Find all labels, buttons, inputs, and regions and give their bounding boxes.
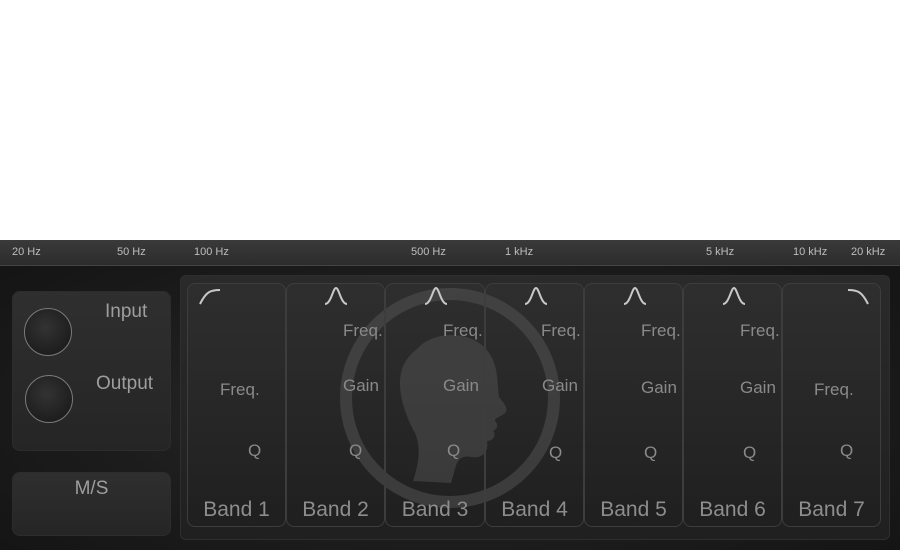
- band-1-q-label: Q: [248, 441, 262, 460]
- band-5-strip[interactable]: Freq. Gain Q Band 5: [584, 283, 683, 527]
- io-panel: Input Output: [12, 291, 171, 451]
- freq-label: 20 Hz: [12, 246, 41, 258]
- band-2-q-label: Q: [349, 441, 363, 460]
- band-4-freq-label: Freq.: [541, 321, 581, 340]
- band-2-name: Band 2: [302, 498, 369, 521]
- band-4-gain-label: Gain: [542, 376, 578, 395]
- freq-label: 5 kHz: [706, 246, 735, 258]
- band-2-strip[interactable]: Freq. Gain Q Band 2: [286, 283, 385, 527]
- band-3-freq-label: Freq.: [443, 321, 483, 340]
- freq-label: 1 kHz: [505, 246, 534, 258]
- input-knob[interactable]: [24, 308, 72, 356]
- band-6-gain-label: Gain: [740, 378, 776, 397]
- freq-label: 10 kHz: [793, 246, 828, 258]
- band-3-q-label: Q: [447, 441, 461, 460]
- bell-icon: [324, 286, 348, 305]
- output-knob[interactable]: [25, 375, 73, 423]
- bell-icon: [722, 286, 746, 305]
- band-3-gain-label: Gain: [443, 376, 479, 395]
- bell-icon: [524, 286, 548, 305]
- ms-label: M/S: [74, 478, 109, 499]
- band-4-q-label: Q: [549, 443, 563, 462]
- input-label: Input: [105, 301, 148, 322]
- band-4-strip[interactable]: Freq. Gain Q Band 4: [485, 283, 584, 527]
- lowpass-icon: [847, 289, 869, 305]
- band-6-q-label: Q: [743, 443, 757, 462]
- output-label: Output: [96, 373, 154, 394]
- frequency-scale: 20 Hz 50 Hz 100 Hz 500 Hz 1 kHz 5 kHz 10…: [0, 240, 900, 266]
- bell-icon: [424, 286, 448, 305]
- band-7-name: Band 7: [798, 498, 865, 521]
- freq-label: 20 kHz: [851, 246, 886, 258]
- eq-plugin: 20 Hz 50 Hz 100 Hz 500 Hz 1 kHz 5 kHz 10…: [0, 240, 900, 550]
- ms-button[interactable]: M/S: [12, 472, 171, 536]
- band-3-name: Band 3: [401, 498, 469, 521]
- freq-label: 500 Hz: [411, 246, 446, 258]
- band-6-freq-label: Freq.: [740, 321, 780, 340]
- band-5-name: Band 5: [600, 498, 667, 521]
- band-7-freq-label: Freq.: [814, 380, 854, 399]
- band-2-gain-label: Gain: [343, 376, 379, 395]
- band-6-name: Band 6: [699, 498, 766, 521]
- band-6-strip[interactable]: Freq. Gain Q Band 6: [683, 283, 782, 527]
- band-7-strip[interactable]: Freq. Q Band 7: [782, 283, 881, 527]
- freq-label: 50 Hz: [117, 246, 146, 258]
- band-1-name: Band 1: [203, 498, 270, 521]
- band-7-q-label: Q: [840, 441, 854, 460]
- band-5-freq-label: Freq.: [641, 321, 681, 340]
- bell-icon: [623, 286, 647, 305]
- band-3-strip[interactable]: Freq. Gain Q Band 3: [385, 283, 485, 527]
- band-1-strip[interactable]: Freq. Q Band 1: [187, 283, 286, 527]
- freq-label: 100 Hz: [194, 246, 229, 258]
- band-4-name: Band 4: [501, 498, 568, 521]
- band-1-freq-label: Freq.: [220, 380, 260, 399]
- band-5-gain-label: Gain: [641, 378, 677, 397]
- highpass-icon: [199, 289, 221, 305]
- band-2-freq-label: Freq.: [343, 321, 383, 340]
- band-5-q-label: Q: [644, 443, 658, 462]
